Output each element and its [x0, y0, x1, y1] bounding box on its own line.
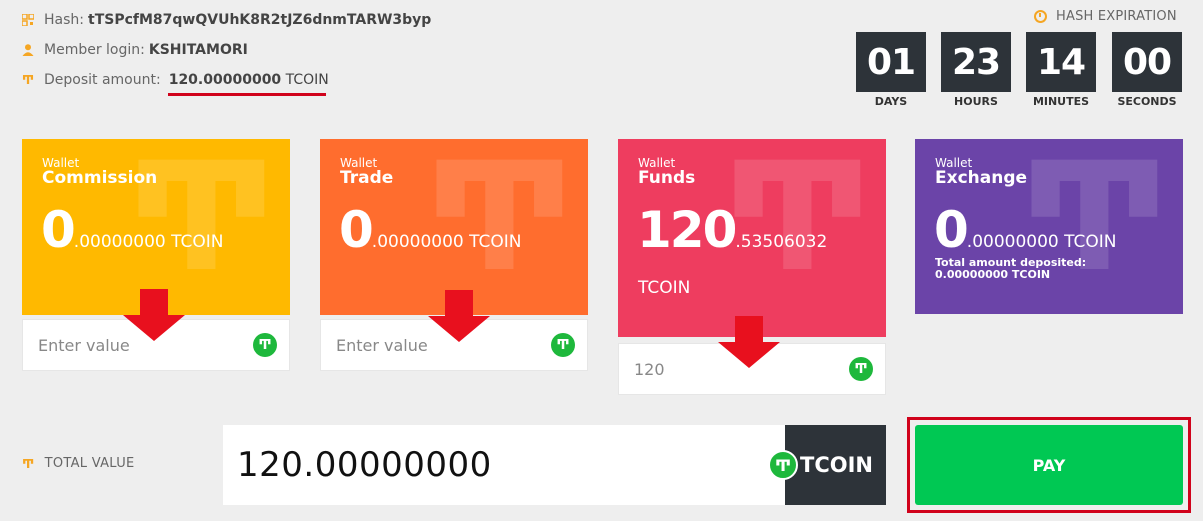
deposit-annotation-underline	[168, 93, 326, 96]
countdown-hours-value: 23	[941, 32, 1011, 92]
deposit-row: Ͳ Deposit amount: 120.00000000 TCOIN	[22, 72, 329, 88]
wallet-name: Funds	[638, 168, 696, 188]
wallet-balance: 120.53506032	[637, 201, 827, 259]
total-value-label: Ͳ TOTAL VALUE	[22, 456, 135, 471]
user-icon	[22, 44, 34, 56]
wallet-balance-dec: .00000000 TCOIN	[371, 232, 522, 252]
tcoin-icon: Ͳ	[768, 450, 798, 480]
total-unit-box: Ͳ TCOIN	[768, 425, 886, 505]
deposit-amount: 120.00000000 TCOIN	[165, 72, 329, 88]
wallet-card-exchange: Ͳ Wallet Exchange 0.00000000 TCOIN Total…	[915, 139, 1183, 314]
tcoin-icon: Ͳ	[253, 333, 277, 357]
total-value-field[interactable]: 120.00000000	[223, 425, 785, 505]
countdown-seconds-label: SECONDS	[1117, 95, 1177, 108]
countdown-seconds-value: 00	[1112, 32, 1182, 92]
annotation-arrow-down-icon	[428, 290, 490, 342]
deposit-value: 120.00000000	[168, 72, 282, 88]
countdown-minutes-label: MINUTES	[1032, 95, 1090, 108]
tcoin-symbol-icon: Ͳ	[21, 73, 35, 87]
wallet-balance-dec: .53506032	[735, 232, 828, 252]
tcoin-icon: Ͳ	[551, 333, 575, 357]
wallet-balance-int: 0	[934, 201, 969, 259]
wallet-name: Exchange	[935, 168, 1028, 188]
member-label: Member login:	[44, 42, 145, 58]
tcoin-symbol-icon: Ͳ	[22, 456, 35, 471]
hash-row: Hash: tTSPcfM87qwQVUhK8R2tJZ6dnmTARW3byp	[22, 12, 431, 28]
countdown-hours: 23 HOURS	[941, 32, 1011, 108]
qr-code-icon	[22, 14, 34, 26]
hash-expiration-label: HASH EXPIRATION	[1034, 9, 1177, 24]
wallet-balance-int: 0	[339, 201, 374, 259]
wallet-balance-unit: TCOIN	[638, 278, 691, 298]
total-deposited-value: 0.00000000 TCOIN	[935, 268, 1051, 281]
total-value-label-text: TOTAL VALUE	[44, 456, 135, 471]
hash-value: tTSPcfM87qwQVUhK8R2tJZ6dnmTARW3byp	[88, 12, 432, 28]
wallet-balance-dec: .00000000 TCOIN	[966, 232, 1117, 252]
hash-expiration-text: HASH EXPIRATION	[1056, 9, 1177, 24]
wallet-balance-dec: .00000000 TCOIN	[73, 232, 224, 252]
countdown-hours-label: HOURS	[954, 95, 998, 108]
countdown-days-value: 01	[856, 32, 926, 92]
clock-icon	[1034, 10, 1047, 23]
deposit-label: Deposit amount:	[44, 72, 161, 88]
wallet-balance: 0.00000000 TCOIN	[934, 201, 1117, 259]
annotation-arrow-down-icon	[718, 316, 780, 368]
wallet-balance-int: 0	[41, 201, 76, 259]
countdown-days: 01 DAYS	[856, 32, 926, 108]
countdown-days-label: DAYS	[874, 95, 908, 108]
wallet-name: Commission	[42, 168, 158, 188]
commission-input-placeholder: Enter value	[38, 335, 130, 355]
member-row: Member login: KSHITAMORI	[22, 42, 248, 58]
countdown-minutes: 14 MINUTES	[1026, 32, 1096, 108]
deposit-unit: TCOIN	[285, 72, 329, 88]
total-unit-label: TCOIN	[800, 453, 873, 477]
member-value: KSHITAMORI	[148, 42, 248, 58]
wallet-balance-int: 120	[637, 201, 737, 259]
wallet-name: Trade	[340, 168, 394, 188]
pay-button[interactable]: PAY	[915, 425, 1183, 505]
funds-input-value: 120	[634, 359, 665, 379]
hash-label: Hash:	[44, 12, 84, 28]
annotation-arrow-down-icon	[123, 289, 185, 341]
trade-input-placeholder: Enter value	[336, 335, 428, 355]
wallet-card-trade: Ͳ Wallet Trade 0.00000000 TCOIN	[320, 139, 588, 315]
wallet-card-funds: Ͳ Wallet Funds 120.53506032 TCOIN	[618, 139, 886, 337]
countdown-minutes-value: 14	[1026, 32, 1096, 92]
wallet-balance: 0.00000000 TCOIN	[339, 201, 522, 259]
wallet-balance: 0.00000000 TCOIN	[41, 201, 224, 259]
countdown-seconds: 00 SECONDS	[1112, 32, 1182, 108]
tcoin-icon: Ͳ	[849, 357, 873, 381]
